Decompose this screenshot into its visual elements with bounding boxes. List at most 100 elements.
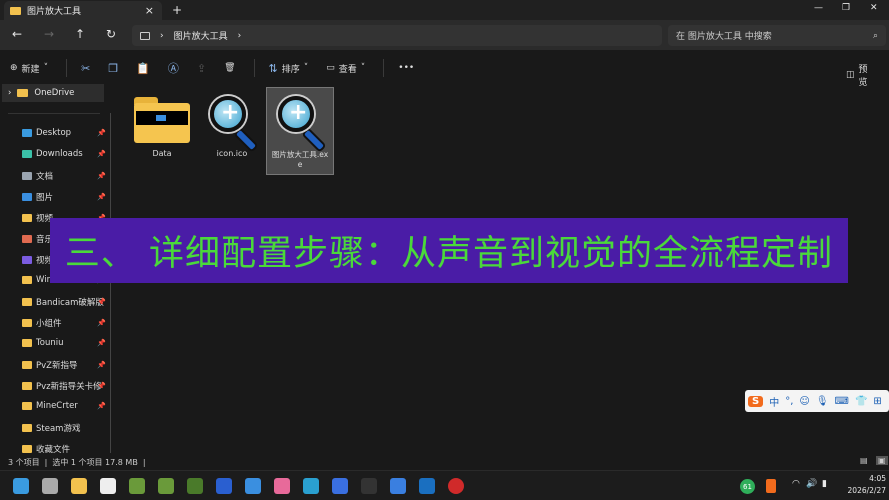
new-tab-button[interactable]: + [172, 3, 182, 17]
keyboard-icon[interactable]: ⌨ [835, 396, 849, 407]
delete-icon[interactable]: 🗑 [224, 63, 235, 73]
sidebar-item[interactable]: Desktop 📌 [22, 128, 106, 138]
sogou-tray-icon[interactable] [766, 479, 776, 493]
music-icon [22, 235, 32, 243]
sidebar-item[interactable]: 收藏文件 [22, 443, 106, 455]
file-item-exe-selected[interactable]: + 图片放大工具.exe [266, 87, 334, 175]
divider [383, 59, 385, 77]
terminal-icon[interactable] [361, 478, 377, 494]
preview-pane-icon: ◫ [846, 70, 855, 80]
search-input[interactable]: 在 图片放大工具 中搜索 ⌕ [668, 25, 886, 46]
ime-mode[interactable]: 中 [769, 394, 779, 409]
tab-close-button[interactable]: × [145, 4, 154, 17]
chevron-right-icon: › [237, 30, 242, 41]
folder-icon [22, 319, 32, 327]
outlook-icon[interactable] [419, 478, 435, 494]
sidebar-item-label: Touniu [36, 338, 64, 348]
sidebar-item[interactable]: Downloads 📌 [22, 149, 106, 159]
file-name: icon.ico [216, 149, 248, 158]
folder-icon [17, 89, 29, 97]
image-app-icon[interactable] [245, 478, 261, 494]
sidebar-item[interactable]: 文档 📌 [22, 170, 106, 182]
paste-icon[interactable]: 📋 [136, 62, 150, 75]
sidebar-item-label: MineCrter [36, 401, 78, 411]
new-button[interactable]: ⊕ 新建 ˅ [10, 62, 48, 75]
task-view-icon[interactable] [42, 478, 58, 494]
pin-icon: 📌 [97, 172, 106, 180]
more-button[interactable]: ••• [398, 63, 414, 73]
clock-date[interactable]: 2026/2/27 [836, 486, 886, 495]
breadcrumb-item[interactable]: 图片放大工具 [174, 29, 228, 42]
back-button[interactable]: ← [12, 27, 22, 41]
view-button[interactable]: ▭ 查看 ˅ [326, 62, 365, 75]
file-item-icon-ico[interactable]: + icon.ico [198, 93, 266, 158]
minimize-button[interactable]: — [814, 3, 823, 13]
sidebar-item[interactable]: PvZ新指导 📌 [22, 359, 106, 371]
file-item-data-folder[interactable]: Data [128, 93, 196, 158]
rename-icon[interactable]: Ⓐ [168, 60, 179, 76]
scrollbar[interactable] [110, 113, 111, 453]
pin-icon: 📌 [97, 129, 106, 137]
maximize-button[interactable]: ❐ [842, 3, 850, 13]
sidebar-item[interactable]: MineCrter 📌 [22, 401, 106, 411]
folder-icon [22, 298, 32, 306]
chevron-down-icon: ˅ [43, 63, 49, 73]
forward-button[interactable]: → [44, 27, 54, 41]
cut-icon[interactable]: ✂ [81, 62, 90, 75]
sidebar-item[interactable]: 小组件 📌 [22, 317, 106, 329]
copy-icon[interactable]: ❐ [108, 62, 118, 75]
sidebar-item[interactable]: Pvz新指导关卡修 📌 [22, 380, 106, 392]
tab-current[interactable]: 图片放大工具 × [4, 1, 162, 20]
toolbox-icon[interactable]: ⊞ [873, 396, 881, 407]
badge-61[interactable]: 61 [740, 479, 755, 494]
details-view-icon[interactable]: ▤ [860, 456, 868, 465]
pink-app-icon[interactable] [274, 478, 290, 494]
sort-button[interactable]: ⇅ 排序 ˅ [269, 62, 309, 75]
sidebar-item[interactable]: Steam游戏 [22, 422, 106, 434]
sidebar-item[interactable]: Touniu 📌 [22, 338, 106, 348]
skin-icon[interactable]: 👕 [855, 396, 867, 407]
pin-icon: 📌 [97, 298, 106, 306]
game-icon[interactable] [129, 478, 145, 494]
microphone-icon[interactable]: 🎙 [816, 396, 829, 407]
sidebar-item-onedrive[interactable]: › OneDrive [2, 84, 104, 102]
up-button[interactable]: ↑ [75, 27, 85, 41]
emoji-icon[interactable]: ☺ [799, 396, 809, 407]
sidebar-item-label: Pvz新指导关卡修 [36, 382, 102, 392]
ime-punct[interactable]: °, [785, 396, 793, 407]
game-icon[interactable] [158, 478, 174, 494]
volume-icon[interactable]: 🔊 [806, 479, 817, 489]
file-explorer-icon[interactable] [71, 478, 87, 494]
wifi-icon[interactable]: ◠ [792, 479, 800, 489]
divider [66, 59, 68, 77]
edge-icon[interactable] [303, 478, 319, 494]
feishu-icon[interactable] [390, 478, 406, 494]
address-bar[interactable]: › 图片放大工具 › [132, 25, 662, 46]
sort-icon: ⇅ [268, 61, 278, 75]
record-icon[interactable] [448, 478, 464, 494]
refresh-button[interactable]: ↻ [106, 27, 116, 41]
magnifier-icon: + [207, 93, 259, 153]
tiles-view-icon[interactable]: ▣ [876, 456, 888, 465]
download-icon [22, 150, 32, 158]
share-icon[interactable]: ⇪ [197, 62, 206, 75]
store-icon[interactable] [100, 478, 116, 494]
browser-icon[interactable] [332, 478, 348, 494]
computer-icon [140, 31, 150, 40]
sidebar-item[interactable]: 图片 📌 [22, 191, 106, 203]
game-icon[interactable] [187, 478, 203, 494]
view-label: 查看 [338, 64, 357, 75]
clock-time[interactable]: 4:05 [842, 474, 886, 483]
pin-icon: 📌 [97, 319, 106, 327]
sidebar-item-label: 文档 [36, 172, 54, 182]
pin-icon: 📌 [97, 193, 106, 201]
p-app-icon[interactable] [216, 478, 232, 494]
start-icon[interactable] [13, 478, 29, 494]
folder-icon [10, 6, 21, 15]
sidebar-item[interactable]: Bandicam破解版 📌 [22, 296, 106, 308]
view-icon: ▭ [326, 63, 335, 73]
battery-icon[interactable]: ▮ [822, 479, 827, 489]
close-window-button[interactable]: ✕ [870, 3, 878, 13]
folder-icon [22, 339, 32, 347]
ime-toolbar[interactable]: S 中 °, ☺ 🎙 ⌨ 👕 ⊞ [745, 390, 889, 412]
